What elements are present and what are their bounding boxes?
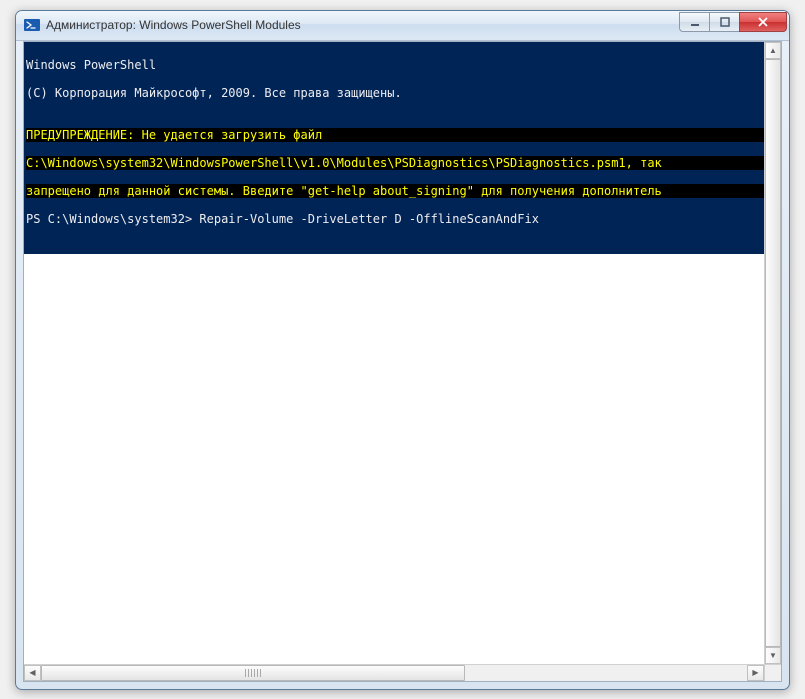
maximize-button[interactable]	[709, 12, 739, 32]
scroll-thumb-vertical[interactable]	[765, 59, 781, 647]
scroll-up-button[interactable]: ▲	[765, 42, 781, 59]
console-viewport: Windows PowerShell (C) Корпорация Майкро…	[24, 42, 764, 664]
scroll-grip-icon	[245, 669, 261, 677]
powershell-window: Администратор: Windows PowerShell Module…	[15, 10, 790, 690]
minimize-button[interactable]	[679, 12, 709, 32]
console-warning-line: C:\Windows\system32\WindowsPowerShell\v1…	[26, 156, 764, 170]
titlebar[interactable]: Администратор: Windows PowerShell Module…	[16, 11, 789, 41]
console-prompt-line: PS C:\Windows\system32> Repair-Volume -D…	[26, 212, 764, 226]
vertical-scrollbar[interactable]: ▲ ▼	[764, 42, 781, 664]
scroll-track-horizontal[interactable]	[41, 665, 747, 681]
window-controls	[679, 12, 787, 32]
scroll-right-button[interactable]: ▶	[747, 665, 764, 681]
console-warning-line: ПРЕДУПРЕЖДЕНИЕ: Не удается загрузить фай…	[26, 128, 764, 142]
powershell-icon	[24, 17, 40, 33]
console-line: Windows PowerShell	[26, 58, 764, 72]
horizontal-scrollbar[interactable]: ◀ ▶	[24, 664, 764, 681]
console-warning-line: запрещено для данной системы. Введите "g…	[26, 184, 764, 198]
scroll-left-button[interactable]: ◀	[24, 665, 41, 681]
scroll-track-vertical[interactable]	[765, 59, 781, 647]
console-output[interactable]: Windows PowerShell (C) Корпорация Майкро…	[24, 42, 764, 254]
client-area: Windows PowerShell (C) Корпорация Майкро…	[23, 41, 782, 682]
command-text: Repair-Volume -DriveLetter D -OfflineSca…	[199, 212, 539, 226]
console-line: (C) Корпорация Майкрософт, 2009. Все пра…	[26, 86, 764, 100]
prompt-text: PS C:\Windows\system32>	[26, 212, 199, 226]
console-wrap: Windows PowerShell (C) Корпорация Майкро…	[24, 42, 781, 681]
scroll-thumb-horizontal[interactable]	[41, 665, 465, 681]
scrollbar-corner	[764, 664, 781, 681]
window-title: Администратор: Windows PowerShell Module…	[46, 18, 679, 32]
close-button[interactable]	[739, 12, 787, 32]
scroll-down-button[interactable]: ▼	[765, 647, 781, 664]
